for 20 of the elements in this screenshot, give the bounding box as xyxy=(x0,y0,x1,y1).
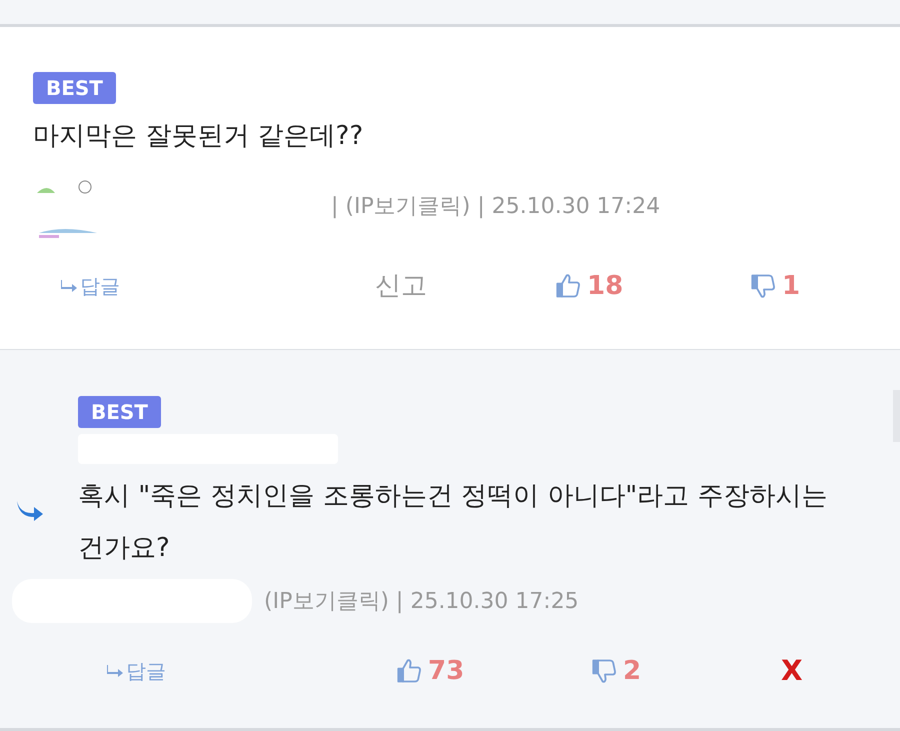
like-button[interactable]: 18 xyxy=(555,266,750,306)
dislike-button[interactable]: 2 xyxy=(591,652,781,690)
like-button[interactable]: 73 xyxy=(396,652,591,690)
reply-arrow-icon xyxy=(60,279,78,293)
comment-meta: (IP보기클릭) | 25.10.30 17:25 xyxy=(264,588,579,616)
dislike-button[interactable]: 1 xyxy=(750,266,900,306)
reply-link[interactable]: 답글 xyxy=(106,656,396,686)
best-badge: BEST xyxy=(33,72,116,104)
comment-meta: | (IP보기클릭) | 25.10.30 17:24 xyxy=(331,192,660,220)
thumbs-up-icon xyxy=(396,657,424,685)
thumbs-down-icon xyxy=(591,657,619,685)
best-badge: BEST xyxy=(78,396,161,428)
comment-text: 마지막은 잘못된거 같은데?? xyxy=(33,120,364,153)
delete-button[interactable]: X xyxy=(781,650,803,692)
comment-text: 혹시 "죽은 정치인을 조롱하는건 정떡이 아니다"라고 주장하시는건가요? xyxy=(78,480,829,565)
thumbs-down-icon xyxy=(750,272,778,300)
report-button[interactable]: 신고 xyxy=(375,266,555,306)
thumbs-up-icon xyxy=(555,272,583,300)
reply-arrow-icon xyxy=(106,664,124,678)
reply-link[interactable]: 답글 xyxy=(60,271,375,301)
